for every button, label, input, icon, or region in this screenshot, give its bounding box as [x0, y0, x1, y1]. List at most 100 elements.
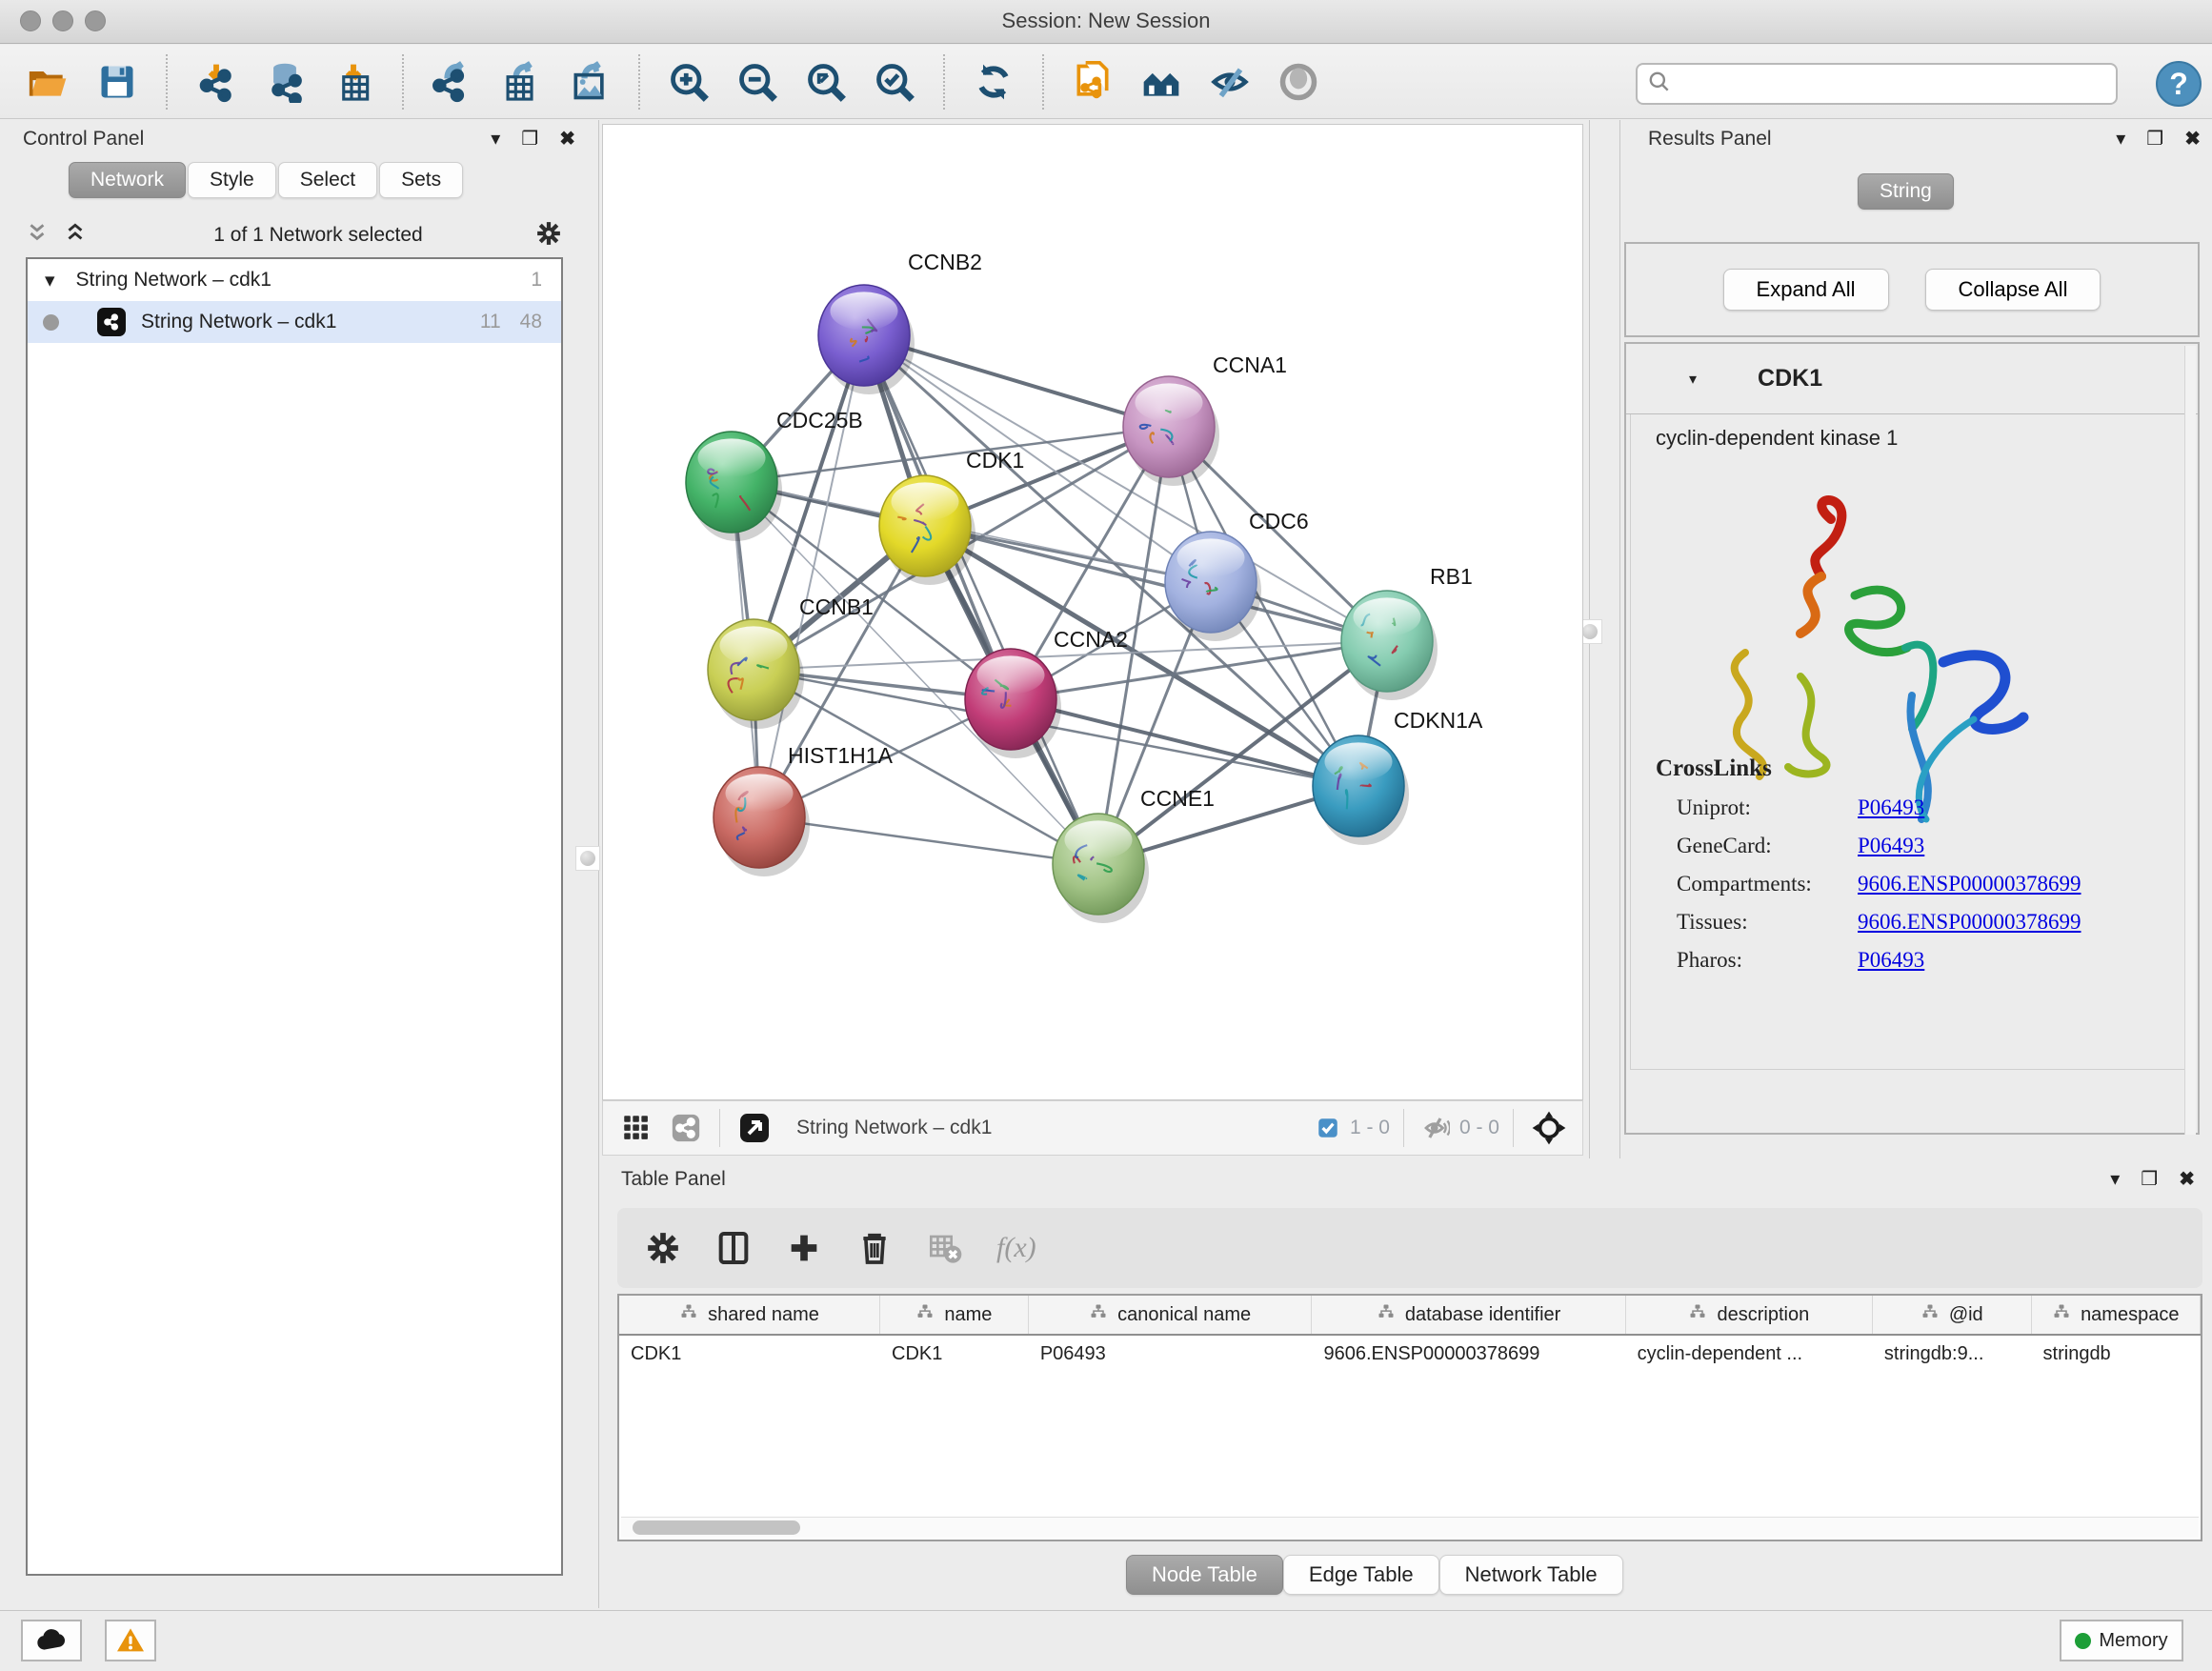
search-input[interactable]	[1672, 67, 2116, 101]
function-builder-icon[interactable]: f(x)	[996, 1232, 1036, 1264]
table-cell[interactable]: cyclin-dependent ...	[1626, 1343, 1873, 1365]
export-image-icon[interactable]	[568, 60, 612, 104]
import-network-icon[interactable]	[194, 60, 238, 104]
network-node-CCNA1[interactable]	[1123, 376, 1219, 486]
tab-sets[interactable]: Sets	[379, 162, 463, 198]
hide-unhide-icon[interactable]	[1208, 60, 1252, 104]
crosslink-link[interactable]: P06493	[1858, 795, 1924, 820]
network-node-CCNB1[interactable]	[708, 619, 804, 729]
tab-select[interactable]: Select	[278, 162, 377, 198]
crosslink-link[interactable]: 9606.ENSP00000378699	[1858, 872, 2081, 896]
crosslink-link[interactable]: 9606.ENSP00000378699	[1858, 910, 2081, 935]
network-edge[interactable]	[864, 335, 1098, 864]
export-table-icon[interactable]	[499, 60, 543, 104]
import-table-icon[interactable]	[332, 60, 375, 104]
birdseye-view-icon[interactable]	[737, 1111, 772, 1145]
network-node-RB1[interactable]	[1341, 591, 1438, 700]
table-cell[interactable]: P06493	[1029, 1343, 1313, 1365]
open-file-icon[interactable]	[27, 60, 70, 104]
home-networks-icon[interactable]	[1139, 60, 1183, 104]
export-network-icon[interactable]	[431, 60, 474, 104]
network-node-CDK1[interactable]	[879, 475, 975, 585]
column-header-description[interactable]: description	[1626, 1296, 1873, 1334]
panel-close-icon[interactable]: ✖	[2179, 1170, 2195, 1189]
save-session-icon[interactable]	[95, 60, 139, 104]
cloud-button[interactable]	[21, 1620, 82, 1661]
clone-network-icon[interactable]	[1071, 60, 1115, 104]
app-window: Session: New Session ? Control Panel ▾ ❐…	[0, 0, 2212, 1671]
refresh-icon[interactable]	[972, 60, 1016, 104]
expand-all-icon[interactable]	[64, 221, 89, 251]
zoom-out-icon[interactable]	[735, 60, 779, 104]
tab-edge-table[interactable]: Edge Table	[1283, 1555, 1439, 1595]
table-cell[interactable]: CDK1	[619, 1343, 880, 1365]
panel-float-icon[interactable]: ❐	[2146, 130, 2163, 149]
import-database-icon[interactable]	[263, 60, 307, 104]
zoom-fit-icon[interactable]	[804, 60, 848, 104]
network-collection-row[interactable]: ▾ String Network – cdk1 1	[28, 259, 561, 301]
selected-checkbox-icon[interactable]	[1316, 1116, 1340, 1140]
delete-table-icon[interactable]	[926, 1229, 964, 1267]
column-header-database-identifier[interactable]: database identifier	[1312, 1296, 1625, 1334]
network-row[interactable]: String Network – cdk1 11 48	[28, 301, 561, 343]
panel-menu-caret-icon[interactable]: ▾	[2116, 130, 2125, 149]
table-cell[interactable]: stringdb	[2032, 1343, 2201, 1365]
crosslink-link[interactable]: P06493	[1858, 948, 1924, 973]
tab-node-table[interactable]: Node Table	[1126, 1555, 1283, 1595]
collapse-all-button[interactable]: Collapse All	[1925, 269, 2101, 311]
column-header-@id[interactable]: @id	[1873, 1296, 2032, 1334]
preview-icon[interactable]	[1277, 60, 1320, 104]
columns-icon[interactable]	[714, 1229, 753, 1267]
network-node-CCNE1[interactable]	[1053, 814, 1149, 923]
network-edge[interactable]	[759, 817, 1098, 864]
gene-header-row[interactable]: ▾ CDK1	[1626, 344, 2198, 414]
results-scrollbar[interactable]	[2184, 346, 2196, 1135]
tab-network[interactable]: Network	[69, 162, 186, 198]
panel-menu-caret-icon[interactable]: ▾	[491, 130, 500, 149]
network-node-CDC25B[interactable]	[686, 432, 782, 541]
grid-view-icon[interactable]	[620, 1112, 653, 1144]
crosshair-icon[interactable]	[1531, 1110, 1567, 1146]
help-button[interactable]: ?	[2156, 61, 2202, 107]
panel-close-icon[interactable]: ✖	[2184, 130, 2201, 149]
column-header-namespace[interactable]: namespace	[2032, 1296, 2201, 1334]
panel-float-icon[interactable]: ❐	[521, 130, 538, 149]
add-column-icon[interactable]	[785, 1229, 823, 1267]
zoom-selected-icon[interactable]	[873, 60, 916, 104]
column-header-canonical-name[interactable]: canonical name	[1029, 1296, 1313, 1334]
collapse-all-icon[interactable]	[26, 221, 50, 251]
hidden-eye-icon[interactable]	[1421, 1114, 1450, 1142]
table-cell[interactable]: 9606.ENSP00000378699	[1312, 1343, 1625, 1365]
table-cell[interactable]: CDK1	[880, 1343, 1029, 1365]
tab-network-table[interactable]: Network Table	[1439, 1555, 1623, 1595]
panel-close-icon[interactable]: ✖	[559, 130, 575, 149]
delete-column-icon[interactable]	[855, 1229, 894, 1267]
search-box[interactable]	[1636, 63, 2118, 105]
network-node-HIST1H1A[interactable]	[714, 767, 810, 876]
network-node-CDKN1A[interactable]	[1313, 735, 1409, 845]
gene-caret-icon[interactable]: ▾	[1689, 370, 1697, 389]
current-network-dot-icon	[43, 314, 59, 331]
table-gear-icon[interactable]	[644, 1229, 682, 1267]
network-node-CCNB2[interactable]	[818, 285, 915, 394]
left-splitter-handle[interactable]	[575, 846, 600, 871]
network-options-gear-icon[interactable]	[534, 219, 563, 252]
zoom-in-icon[interactable]	[667, 60, 711, 104]
network-node-CCNA2[interactable]	[965, 649, 1061, 758]
panel-float-icon[interactable]: ❐	[2141, 1170, 2158, 1189]
network-share-icon[interactable]	[670, 1112, 702, 1144]
expand-all-button[interactable]: Expand All	[1723, 269, 1889, 311]
column-header-shared-name[interactable]: shared name	[619, 1296, 880, 1334]
tab-string[interactable]: String	[1858, 173, 1954, 210]
warnings-button[interactable]	[105, 1620, 156, 1661]
table-cell[interactable]: stringdb:9...	[1873, 1343, 2032, 1365]
panel-menu-caret-icon[interactable]: ▾	[2110, 1170, 2120, 1189]
tab-style[interactable]: Style	[188, 162, 276, 198]
network-canvas[interactable]: CCNB2CCNA1CDC25BCDK1CDC6RB1CCNB1CCNA2CDK…	[602, 124, 1583, 1100]
table-row[interactable]: CDK1CDK1P064939606.ENSP00000378699cyclin…	[619, 1336, 2201, 1372]
column-header-name[interactable]: name	[880, 1296, 1029, 1334]
table-hscrollbar[interactable]	[621, 1517, 2199, 1538]
tree-caret-icon[interactable]: ▾	[45, 269, 55, 292]
memory-button[interactable]: Memory	[2060, 1620, 2183, 1661]
crosslink-link[interactable]: P06493	[1858, 834, 1924, 858]
